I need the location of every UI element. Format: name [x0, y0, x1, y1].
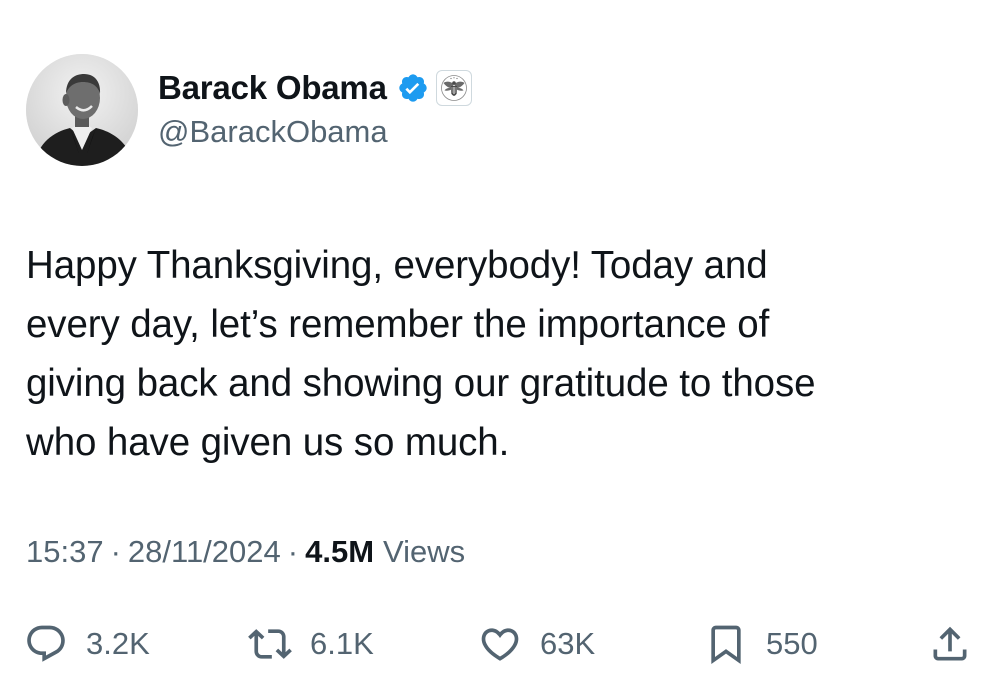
reply-count: 3.2K [86, 626, 150, 661]
like-count: 63K [540, 626, 596, 661]
like-button[interactable]: 63K [478, 612, 595, 676]
tweet-text-line: giving back and showing our gratitude to… [26, 362, 816, 405]
meta-separator: · [287, 534, 299, 569]
name-row: Barack Obama [158, 66, 472, 110]
post-date[interactable]: 28/11/2024 [128, 534, 281, 570]
bookmark-button[interactable]: 550 [704, 612, 818, 676]
tweet-text-line: who have given us so much. [26, 421, 510, 464]
tweet-card: Barack Obama @BarackObama Happy Thanksgi… [0, 0, 1000, 696]
repost-icon [248, 629, 292, 659]
handle[interactable]: @BarackObama [158, 114, 388, 150]
display-name[interactable]: Barack Obama [158, 69, 387, 107]
bookmark-icon [711, 625, 741, 665]
verified-badge-icon[interactable] [397, 72, 429, 104]
affiliation-badge[interactable] [435, 70, 472, 106]
share-button[interactable] [928, 612, 972, 676]
tweet-text-line: every day, let’s remember the importance… [26, 303, 770, 346]
avatar[interactable] [26, 54, 138, 166]
meta-separator: · [110, 534, 121, 569]
avatar-photo [26, 54, 138, 166]
action-bar: 3.2K 6.1K 63K 550 [0, 612, 1000, 676]
repost-count: 6.1K [310, 626, 374, 661]
tweet-meta: 15:37 · 28/11/2024 · 4.5M Views [26, 534, 465, 570]
views-count: 4.5M [305, 534, 375, 569]
tweet-text: Happy Thanksgiving, everybody! Today and… [26, 236, 976, 472]
heart-icon [481, 628, 519, 661]
views-label: Views [383, 534, 466, 569]
share-icon [933, 626, 967, 661]
tweet-text-line: Happy Thanksgiving, everybody! Today and [26, 244, 768, 287]
repost-button[interactable]: 6.1K [248, 612, 374, 676]
seal-icon [440, 75, 467, 101]
post-time[interactable]: 15:37 [26, 534, 104, 570]
reply-button[interactable]: 3.2K [24, 612, 150, 676]
reply-icon [27, 625, 65, 662]
bookmark-count: 550 [766, 626, 818, 661]
